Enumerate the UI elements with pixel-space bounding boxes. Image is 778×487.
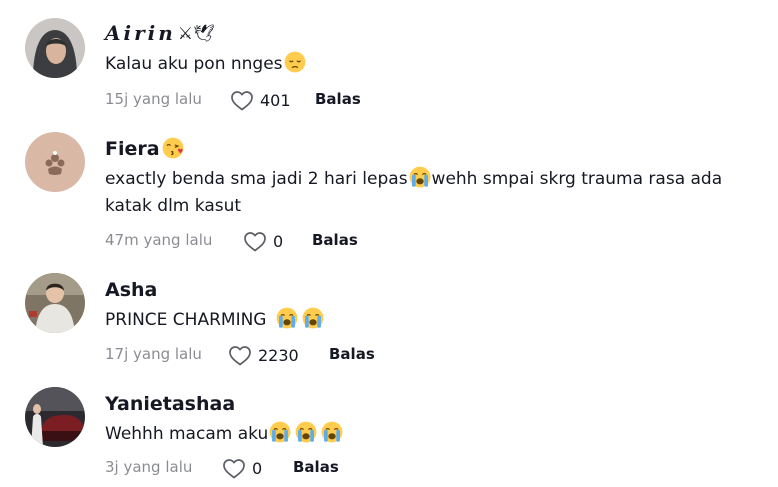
reply-button[interactable]: Balas	[293, 457, 339, 477]
loudly-crying-face-icon	[269, 421, 291, 443]
loudly-crying-face-icon	[295, 421, 317, 443]
avatar[interactable]	[25, 387, 85, 447]
heart-icon	[222, 457, 246, 481]
like-button[interactable]: 0	[222, 457, 262, 481]
comment-text-content: Wehhh macam aku	[105, 424, 269, 444]
comment-text: Wehhh macam aku	[105, 421, 755, 448]
comment-time: 3j yang lalu	[105, 458, 193, 476]
username[interactable]: Yanietashaa	[105, 391, 235, 417]
like-count: 0	[252, 459, 263, 478]
loudly-crying-face-icon	[321, 421, 343, 443]
username-text: Yanietashaa	[105, 393, 236, 415]
comment-item: Yanietashaa Wehhh macam aku 3j yang lalu…	[0, 0, 778, 487]
comment-meta: 3j yang lalu 0 Balas	[105, 457, 339, 477]
